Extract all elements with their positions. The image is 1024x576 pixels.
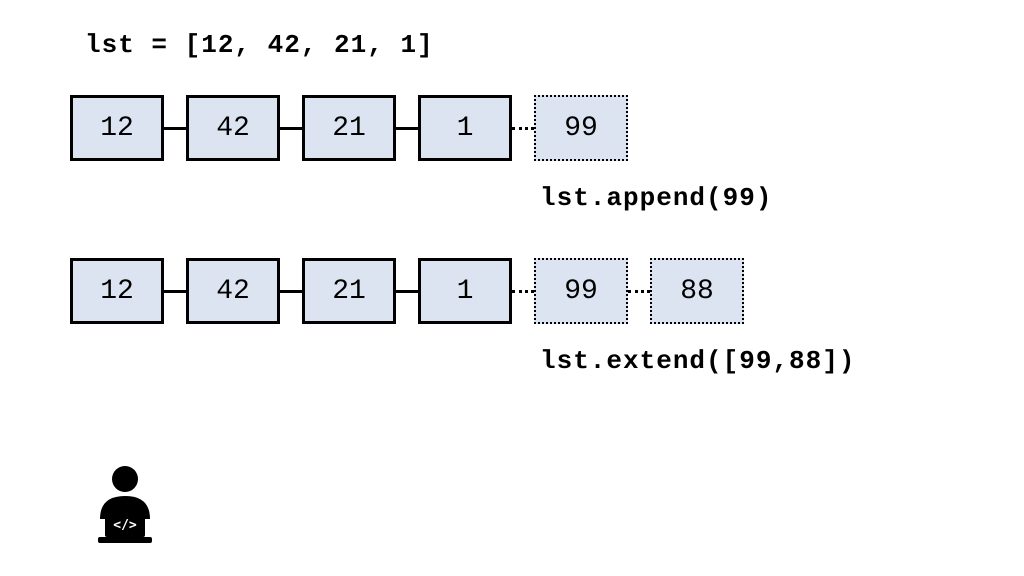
- connector: [396, 127, 418, 130]
- extend-label: lst.extend([99,88]): [540, 346, 855, 376]
- connector-dotted: [512, 127, 534, 130]
- appended-box: 99: [534, 258, 628, 324]
- list-box: 1: [418, 258, 512, 324]
- appended-box: 88: [650, 258, 744, 324]
- svg-text:</>: </>: [113, 518, 137, 533]
- append-label: lst.append(99): [540, 183, 772, 213]
- connector: [164, 127, 186, 130]
- list-declaration: lst = [12, 42, 21, 1]: [85, 30, 434, 60]
- list-box: 21: [302, 258, 396, 324]
- appended-box: 99: [534, 95, 628, 161]
- connector: [280, 290, 302, 293]
- append-row: 12 42 21 1 99: [70, 95, 628, 161]
- connector: [396, 290, 418, 293]
- list-box: 12: [70, 258, 164, 324]
- extend-row: 12 42 21 1 99 88: [70, 258, 744, 324]
- connector: [280, 127, 302, 130]
- list-box: 42: [186, 95, 280, 161]
- connector-dotted: [628, 290, 650, 293]
- list-box: 1: [418, 95, 512, 161]
- connector-dotted: [512, 290, 534, 293]
- list-box: 21: [302, 95, 396, 161]
- list-box: 12: [70, 95, 164, 161]
- connector: [164, 290, 186, 293]
- coder-icon: </>: [85, 461, 165, 551]
- list-box: 42: [186, 258, 280, 324]
